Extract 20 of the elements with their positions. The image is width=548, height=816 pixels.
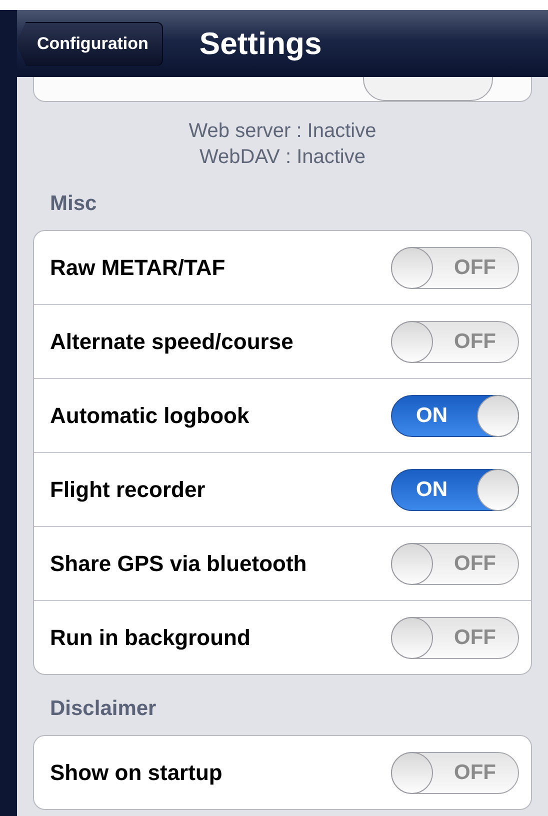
toggle-switch[interactable]: OFF	[391, 542, 519, 584]
toggle-switch[interactable]: ON	[391, 468, 519, 510]
status-text: WebDAV : Inactive	[198, 145, 366, 170]
setting-label: Share GPS via bluetooth	[50, 550, 307, 576]
screen-title: Settings	[199, 26, 322, 62]
back-button[interactable]: Configuration	[17, 22, 164, 66]
toggle-switch[interactable]: OFF	[391, 616, 519, 658]
setting-label: Run in background	[50, 624, 250, 650]
setting-label: Flight recorder	[50, 476, 206, 502]
toggle-switch[interactable]: ON	[391, 394, 519, 436]
setting-label: Raw METAR/TAF	[50, 254, 226, 280]
toggle-switch[interactable]: OFF	[391, 752, 519, 794]
toggle-switch[interactable]: OFF	[391, 246, 519, 288]
status-text: Web server : Inactive	[188, 119, 378, 144]
toggle-switch[interactable]: OFF	[391, 320, 519, 362]
section-header: Misc	[49, 192, 98, 216]
setting-label: Alternate speed/course	[50, 328, 294, 354]
setting-label: Automatic logbook	[50, 402, 250, 428]
section-header: Disclaimer	[49, 697, 158, 721]
setting-label: Show on startup	[50, 760, 222, 786]
